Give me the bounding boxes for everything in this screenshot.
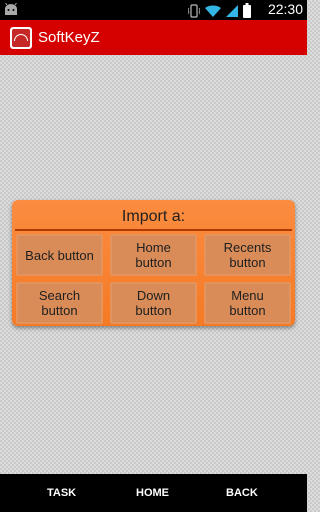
action-bar: SoftKeyZ [0,20,307,55]
import-dialog: Import a: Back button Home button Recent… [12,200,295,326]
dialog-title: Import a: [121,208,186,225]
status-bar: 22:30 [0,0,307,20]
nav-bar: TASK HOME BACK [0,474,307,512]
android-icon [4,2,18,21]
back-button-option[interactable]: Back button [16,234,103,276]
status-clock: 22:30 [267,1,303,17]
softkeyz-app-icon[interactable] [10,26,32,49]
home-nav-button[interactable]: HOME [136,487,169,499]
home-button-option[interactable]: Home button [110,234,197,276]
menu-button-option[interactable]: Menu button [204,282,291,324]
search-button-option[interactable]: Search button [16,282,103,324]
task-nav-button[interactable]: TASK [47,487,76,499]
down-button-option[interactable]: Down button [110,282,197,324]
recents-button-option[interactable]: Recents button [204,234,291,276]
app-title: SoftKeyZ [38,29,100,46]
import-button-grid: Back button Home button Recents button S… [16,234,291,324]
dialog-divider [15,229,292,231]
back-nav-button[interactable]: BACK [226,487,258,499]
